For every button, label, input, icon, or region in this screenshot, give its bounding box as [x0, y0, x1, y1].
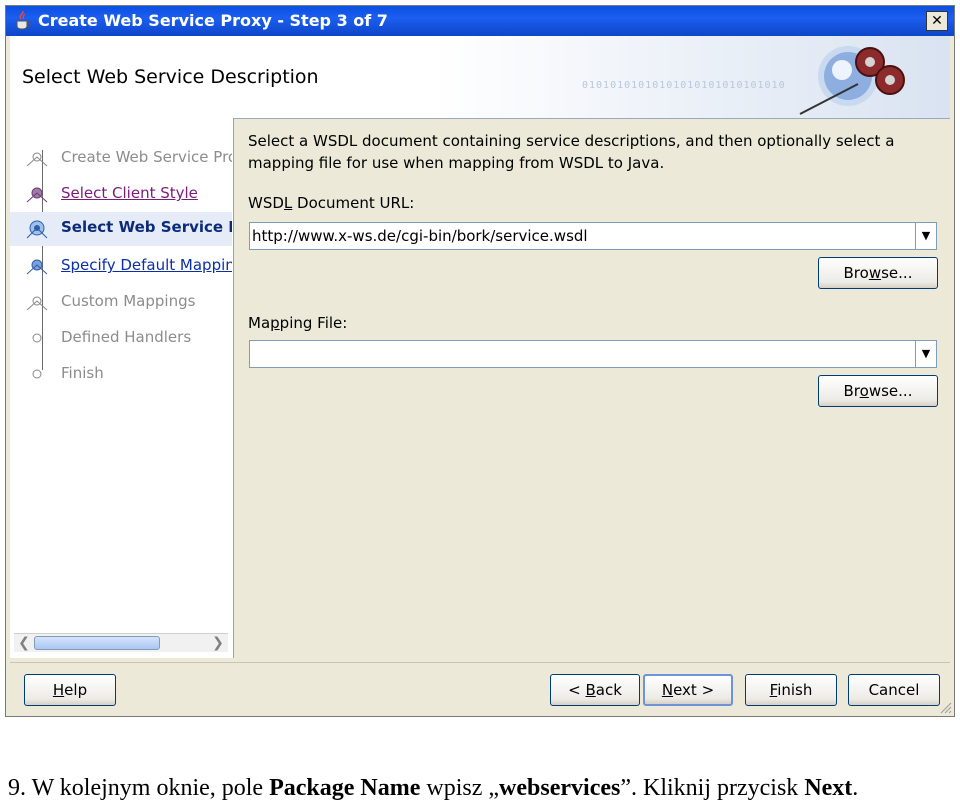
step-node-icon — [26, 259, 48, 275]
scroll-thumb[interactable] — [34, 636, 160, 650]
step-label: Defined Handlers — [61, 328, 192, 346]
step-node-icon — [26, 187, 48, 203]
wizard-window: Create Web Service Proxy - Step 3 of 7 ✕… — [5, 5, 955, 717]
next-button[interactable]: Next > — [643, 674, 733, 706]
step-node-icon — [26, 220, 48, 239]
step-defined-handlers[interactable]: Defined Handlers — [10, 322, 232, 356]
step-node-icon — [32, 333, 42, 343]
wsdl-url-input[interactable]: http://www.x-ws.de/cgi-bin/bork/service.… — [252, 227, 588, 245]
step-label: Select Client Style — [61, 184, 198, 202]
step-node-icon — [26, 296, 48, 311]
cancel-button[interactable]: Cancel — [848, 674, 940, 706]
steps-list: Create Web Service Pro Select Client Sty… — [10, 118, 232, 633]
wsdl-url-combobox[interactable]: http://www.x-ws.de/cgi-bin/bork/service.… — [249, 222, 937, 250]
step-label: Select Web Service D — [61, 218, 232, 236]
step-specify-default-mapping[interactable]: Specify Default Mapping — [10, 250, 232, 284]
tutorial-caption: 9. W kolejnym oknie, pole Package Name w… — [8, 775, 859, 801]
resize-grip-icon[interactable] — [938, 700, 952, 714]
web-service-logo-icon — [799, 46, 905, 115]
browse-mapping-button[interactable]: Browse... — [818, 375, 938, 407]
wizard-header: Select Web Service Description 010101010… — [10, 36, 950, 119]
step-node-icon — [26, 152, 48, 167]
steps-horizontal-scrollbar[interactable]: ❮ ❯ — [14, 633, 228, 652]
step-label: Finish — [61, 364, 104, 382]
finish-button[interactable]: Finish — [745, 674, 837, 706]
mapping-file-combobox[interactable]: ▼ — [249, 340, 937, 368]
close-icon: ✕ — [931, 13, 943, 29]
browse-wsdl-button[interactable]: Browse... — [818, 257, 938, 289]
step-node-icon — [32, 369, 42, 379]
page-title: Select Web Service Description — [22, 66, 319, 88]
dropdown-arrow-icon[interactable]: ▼ — [915, 341, 936, 367]
java-cup-icon — [16, 11, 31, 30]
scroll-left-icon[interactable]: ❮ — [16, 634, 32, 652]
step-label: Custom Mappings — [61, 292, 196, 310]
footer-divider — [10, 662, 950, 663]
step-custom-mappings[interactable]: Custom Mappings — [10, 286, 232, 320]
steps-panel: Create Web Service Pro Select Client Sty… — [10, 118, 234, 658]
step-select-web-service-description[interactable]: Select Web Service D — [10, 212, 232, 246]
help-button[interactable]: Help — [24, 674, 116, 706]
title-bar[interactable]: Create Web Service Proxy - Step 3 of 7 ✕ — [6, 6, 954, 36]
mapping-file-label: Mapping File: — [248, 314, 348, 332]
binary-decoration: 01010101010101010101010101010 — [582, 80, 786, 91]
step-select-client-style[interactable]: Select Client Style — [10, 178, 232, 212]
scroll-right-icon[interactable]: ❯ — [210, 634, 226, 652]
wsdl-url-label: WSDL Document URL: — [248, 194, 415, 212]
step-label: Create Web Service Pro — [61, 148, 232, 166]
step-finish[interactable]: Finish — [10, 358, 232, 392]
step-label: Specify Default Mapping — [61, 256, 232, 274]
window-title: Create Web Service Proxy - Step 3 of 7 — [38, 11, 388, 30]
content-panel: Select a WSDL document containing servic… — [236, 118, 948, 658]
step-create-web-service-proxy[interactable]: Create Web Service Pro — [10, 142, 232, 176]
back-button[interactable]: < Back — [550, 674, 640, 706]
dropdown-arrow-icon[interactable]: ▼ — [915, 223, 936, 249]
close-button[interactable]: ✕ — [926, 11, 948, 31]
instructions-text: Select a WSDL document containing servic… — [248, 132, 895, 172]
